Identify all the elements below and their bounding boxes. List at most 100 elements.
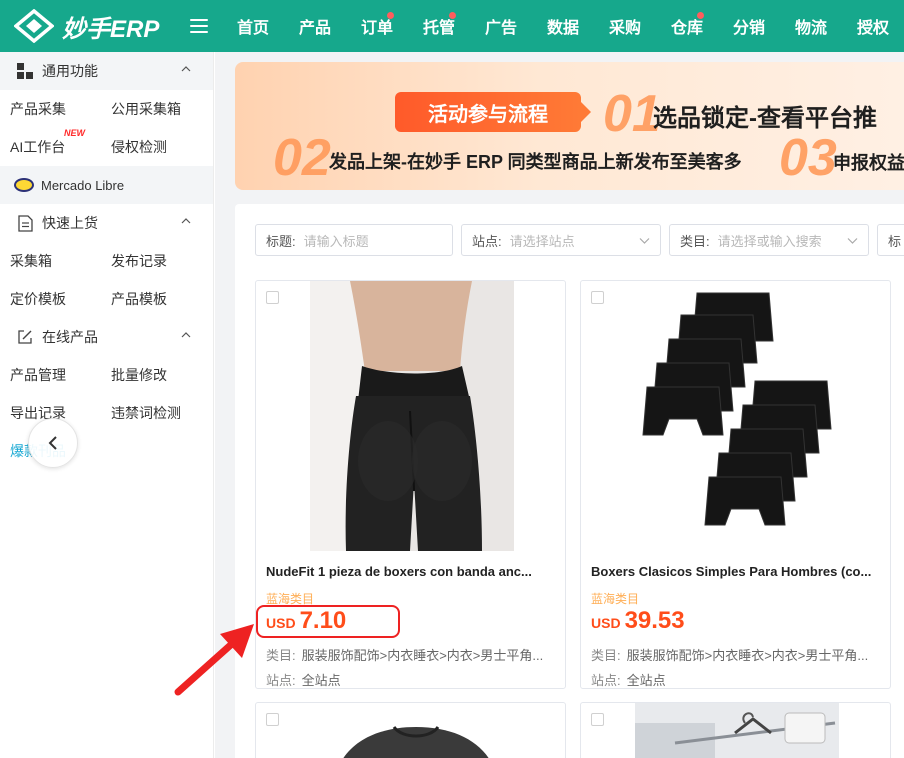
filter-label: 标题:	[266, 233, 296, 249]
menu-collect-box[interactable]: 采集箱	[0, 251, 101, 271]
nav-distribution[interactable]: 分销	[718, 14, 780, 38]
menu-label: 违禁词检测	[111, 405, 181, 421]
nav-home[interactable]: 首页	[222, 14, 284, 38]
title-filter-input[interactable]: 标题: 请输入标题	[255, 224, 453, 256]
product-category: 类目: 服装服饰配饰>内衣睡衣>内衣>男士平角...	[591, 645, 883, 664]
nav-label: 物流	[794, 20, 827, 37]
price-highlight-box	[256, 605, 400, 638]
nav-label: 首页	[236, 20, 269, 37]
price-value: 39.53	[624, 607, 685, 634]
brand-logo[interactable]: 妙手ERP	[0, 9, 188, 44]
nav-authorization[interactable]: 授权	[842, 14, 904, 38]
menu-label: 产品采集	[10, 101, 66, 117]
menu-label: 发布记录	[111, 253, 167, 269]
nav-hosting[interactable]: 托管	[408, 12, 470, 38]
product-image[interactable]	[635, 281, 839, 551]
menu-label: 公用采集箱	[111, 101, 181, 117]
menu-row: 产品管理 批量修改	[0, 356, 213, 394]
product-site: 站点: 全站点	[591, 670, 883, 689]
menu-product-template[interactable]: 产品模板	[101, 289, 202, 309]
section-title: 通用功能	[42, 63, 98, 79]
nav-purchase[interactable]: 采购	[594, 14, 656, 38]
product-card[interactable]	[255, 702, 566, 758]
nav-ads[interactable]: 广告	[470, 14, 532, 38]
menu-batch-edit[interactable]: 批量修改	[101, 365, 202, 385]
menu-row: 产品采集 公用采集箱	[0, 90, 213, 128]
menu-row: 导出记录 违禁词检测	[0, 394, 213, 432]
select-checkbox[interactable]	[591, 291, 604, 304]
filter-bar: 标题: 请输入标题 站点: 请选择站点 类目: 请选择或输入搜索 标	[255, 224, 904, 256]
section-title: 在线产品	[42, 329, 98, 345]
step-2-text: 发品上架-在妙手 ERP 同类型商品上新发布至美客多	[329, 152, 742, 172]
category-filter-select[interactable]: 类目: 请选择或输入搜索	[669, 224, 869, 256]
filter-placeholder: 请选择站点	[509, 233, 575, 249]
product-card[interactable]	[580, 702, 891, 758]
menu-ai-workbench[interactable]: AI工作台 NEW	[0, 128, 101, 157]
filter-label: 站点:	[472, 233, 502, 249]
menu-publish-records[interactable]: 发布记录	[101, 251, 202, 271]
section-quick-listing[interactable]: 快速上货	[0, 204, 213, 242]
select-checkbox[interactable]	[591, 713, 604, 726]
collapse-sidebar-button[interactable]	[28, 418, 78, 468]
brand-name: 妙手ERP	[62, 15, 160, 43]
site-filter-select[interactable]: 站点: 请选择站点	[461, 224, 661, 256]
chevron-down-icon	[847, 238, 858, 244]
select-checkbox[interactable]	[266, 291, 279, 304]
product-category: 类目: 服装服饰配饰>内衣睡衣>内衣>男士平角...	[266, 645, 558, 664]
platform-label: Mercado Libre	[41, 177, 125, 193]
menu-product-management[interactable]: 产品管理	[0, 365, 101, 385]
menu-infringement-check[interactable]: 侵权检测	[101, 137, 202, 157]
nav-warehouse[interactable]: 仓库	[656, 12, 718, 38]
chevron-up-icon	[181, 218, 191, 224]
logo-icon	[14, 9, 54, 43]
product-site: 站点: 全站点	[266, 670, 558, 689]
platform-mercado-libre[interactable]: Mercado Libre	[0, 166, 213, 204]
nav-data[interactable]: 数据	[532, 14, 594, 38]
section-general[interactable]: 通用功能	[0, 52, 213, 90]
pointer-arrow-icon	[174, 624, 254, 696]
mercado-libre-icon	[14, 178, 34, 192]
edit-icon	[16, 328, 34, 346]
menu-label: AI工作台	[10, 139, 66, 155]
select-checkbox[interactable]	[266, 713, 279, 726]
product-price: USD 39.53	[591, 607, 685, 635]
main-nav: 首页 产品 订单 托管 广告 数据 采购 仓库 分销 物流 授权	[222, 12, 904, 38]
activity-process-button[interactable]: 活动参与流程	[395, 92, 591, 132]
chevron-up-icon	[181, 332, 191, 338]
menu-forbidden-words-check[interactable]: 违禁词检测	[101, 403, 202, 423]
product-title[interactable]: Boxers Clasicos Simples Para Hombres (co…	[591, 564, 883, 579]
menu-label: 产品模板	[111, 291, 167, 307]
chevron-left-icon	[48, 436, 57, 450]
product-image[interactable]	[635, 703, 839, 758]
nav-label: 分销	[732, 20, 765, 37]
product-image[interactable]	[316, 713, 516, 758]
product-image[interactable]	[310, 281, 514, 551]
nav-label: 数据	[546, 20, 579, 37]
price-currency: USD	[591, 615, 621, 631]
main-content: 活动参与流程 01 选品锁定-查看平台推 02 发品上架-在妙手 ERP 同类型…	[215, 52, 904, 758]
nav-label: 广告	[484, 20, 517, 37]
nav-products[interactable]: 产品	[284, 14, 346, 38]
meta-label: 站点:	[591, 673, 621, 688]
section-title: 快速上货	[42, 215, 98, 231]
meta-label: 类目:	[591, 648, 621, 663]
menu-pricing-template[interactable]: 定价模板	[0, 289, 101, 309]
menu-product-collect[interactable]: 产品采集	[0, 99, 101, 119]
product-card[interactable]: Boxers Clasicos Simples Para Hombres (co…	[580, 280, 891, 689]
menu-public-collect-box[interactable]: 公用采集箱	[101, 99, 202, 119]
notification-dot	[387, 12, 394, 19]
menu-label: 侵权检测	[111, 139, 167, 155]
filter-label: 类目:	[680, 233, 710, 249]
meta-value: 全站点	[626, 673, 666, 688]
step-number: 03	[779, 129, 837, 187]
activity-banner[interactable]: 活动参与流程 01 选品锁定-查看平台推 02 发品上架-在妙手 ERP 同类型…	[235, 62, 904, 190]
product-title[interactable]: NudeFit 1 pieza de boxers con banda anc.…	[266, 564, 558, 579]
menu-row: 采集箱 发布记录	[0, 242, 213, 280]
tag-filter-input[interactable]: 标	[877, 224, 904, 256]
nav-orders[interactable]: 订单	[346, 12, 408, 38]
nav-logistics[interactable]: 物流	[780, 14, 842, 38]
nav-label: 托管	[422, 20, 455, 37]
section-online-products[interactable]: 在线产品	[0, 318, 213, 356]
menu-toggle-icon[interactable]	[190, 19, 208, 33]
document-icon	[16, 214, 34, 232]
